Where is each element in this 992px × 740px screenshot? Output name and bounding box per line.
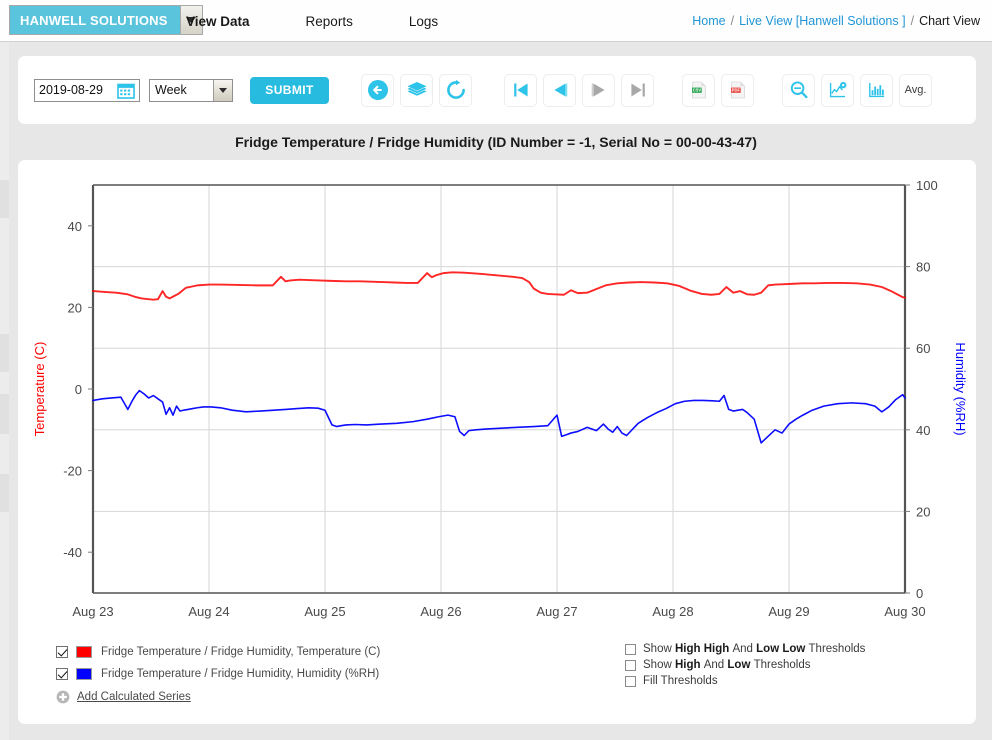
toolbar-group-navigation xyxy=(355,74,472,107)
play-forward-icon xyxy=(588,79,610,101)
threshold-option-high-high-low-low[interactable]: Show High High And Low Low Thresholds xyxy=(625,641,865,657)
svg-text:Aug 28: Aug 28 xyxy=(652,604,693,619)
nav-item-reports[interactable]: Reports xyxy=(306,14,353,29)
threshold-label-high-high-low-low: Show High High And Low Low Thresholds xyxy=(643,643,865,655)
add-calculated-series-row[interactable]: Add Calculated Series xyxy=(56,686,380,708)
refresh-icon xyxy=(445,79,467,101)
nav-links: View Data Reports Logs xyxy=(186,0,494,42)
svg-text:Aug 24: Aug 24 xyxy=(188,604,229,619)
last-page-button[interactable] xyxy=(621,74,654,107)
svg-text:CSV: CSV xyxy=(692,88,701,93)
svg-text:0: 0 xyxy=(75,382,82,397)
nav-item-logs[interactable]: Logs xyxy=(409,14,438,29)
nav-item-view-data[interactable]: View Data xyxy=(186,14,250,29)
svg-text:100: 100 xyxy=(916,178,938,193)
svg-text:PDF: PDF xyxy=(731,88,740,93)
svg-text:Aug 25: Aug 25 xyxy=(304,604,345,619)
csv-file-icon: CSV xyxy=(688,79,710,101)
layers-button[interactable] xyxy=(400,74,433,107)
date-input[interactable] xyxy=(35,81,117,100)
chart-settings-button[interactable] xyxy=(821,74,854,107)
svg-text:Aug 23: Aug 23 xyxy=(72,604,113,619)
svg-text:Aug 27: Aug 27 xyxy=(536,604,577,619)
chevron-down-icon[interactable] xyxy=(213,80,232,101)
threshold-label-high-low: Show High And Low Thresholds xyxy=(643,659,810,671)
next-button[interactable] xyxy=(582,74,615,107)
threshold-checkbox-high-low[interactable] xyxy=(625,660,636,671)
add-calculated-series-link[interactable]: Add Calculated Series xyxy=(77,691,191,703)
export-csv-button[interactable]: CSV xyxy=(682,74,715,107)
threshold-option-fill[interactable]: Fill Thresholds xyxy=(625,673,865,689)
pdf-file-icon: PDF xyxy=(727,79,749,101)
legend-swatch-temperature xyxy=(76,646,92,658)
bar-chart-icon xyxy=(866,79,888,101)
svg-text:Aug 26: Aug 26 xyxy=(420,604,461,619)
threshold-option-high-low[interactable]: Show High And Low Thresholds xyxy=(625,657,865,673)
threshold-checkbox-fill[interactable] xyxy=(625,676,636,687)
back-button[interactable] xyxy=(361,74,394,107)
plus-circle-icon xyxy=(56,690,70,704)
svg-text:Humidity (%RH): Humidity (%RH) xyxy=(953,342,968,435)
svg-text:20: 20 xyxy=(68,300,82,315)
layers-icon xyxy=(406,79,428,101)
svg-text:-20: -20 xyxy=(63,464,82,479)
bar-chart-button[interactable] xyxy=(860,74,893,107)
first-page-button[interactable] xyxy=(504,74,537,107)
avg-text-icon: Avg. xyxy=(905,84,927,96)
toolbar-group-export: CSV PDF xyxy=(676,74,754,107)
breadcrumb-item-chart-view: Chart View xyxy=(919,14,980,28)
toolbar-group-playback xyxy=(498,74,654,107)
chart-panel: 40 20 0 -20 -40 100 80 60 40 20 0 Aug 23 Aug 24 Aug 2… xyxy=(18,160,976,724)
threshold-options: Show High High And Low Low Thresholds Sh… xyxy=(625,641,865,689)
threshold-label-fill: Fill Thresholds xyxy=(643,675,718,687)
breadcrumb: Home / Live View [Hanwell Solutions ] / … xyxy=(692,0,980,42)
chart-legend: Fridge Temperature / Fridge Humidity, Te… xyxy=(56,641,380,708)
chart-plot[interactable]: 40 20 0 -20 -40 100 80 60 40 20 0 Aug 23 Aug 24 Aug 2… xyxy=(18,160,976,630)
svg-text:40: 40 xyxy=(916,423,930,438)
svg-text:Temperature (C): Temperature (C) xyxy=(32,342,47,437)
top-navigation-bar: HANWELL SOLUTIONS View Data Reports Logs… xyxy=(0,0,992,42)
svg-text:20: 20 xyxy=(916,504,930,519)
previous-button[interactable] xyxy=(543,74,576,107)
brand-label: HANWELL SOLUTIONS xyxy=(10,6,180,34)
svg-text:-40: -40 xyxy=(63,545,82,560)
legend-label-humidity: Fridge Temperature / Fridge Humidity, Hu… xyxy=(101,668,379,680)
average-button[interactable]: Avg. xyxy=(899,74,932,107)
toolbar-panel: Week SUBMIT xyxy=(18,56,976,124)
skip-to-start-icon xyxy=(510,79,532,101)
chart-gear-icon xyxy=(827,79,849,101)
arrow-left-circle-icon xyxy=(367,79,389,101)
breadcrumb-item-live-view[interactable]: Live View [Hanwell Solutions ] xyxy=(739,14,906,28)
magnifier-minus-icon xyxy=(788,79,810,101)
legend-checkbox-humidity[interactable] xyxy=(56,668,68,680)
svg-text:Aug 29: Aug 29 xyxy=(768,604,809,619)
calendar-icon[interactable] xyxy=(117,82,135,99)
legend-swatch-humidity xyxy=(76,668,92,680)
svg-text:80: 80 xyxy=(916,260,930,275)
zoom-out-button[interactable] xyxy=(782,74,815,107)
legend-item-temperature[interactable]: Fridge Temperature / Fridge Humidity, Te… xyxy=(56,641,380,663)
submit-button[interactable]: SUBMIT xyxy=(250,77,329,104)
toolbar-group-chart-tools: Avg. xyxy=(776,74,932,107)
svg-text:60: 60 xyxy=(916,341,930,356)
brand-selector[interactable]: HANWELL SOLUTIONS xyxy=(9,5,203,35)
breadcrumb-item-home[interactable]: Home xyxy=(692,14,725,28)
period-select[interactable]: Week xyxy=(149,79,233,102)
svg-text:Aug 30: Aug 30 xyxy=(884,604,925,619)
play-back-icon xyxy=(549,79,571,101)
skip-to-end-icon xyxy=(627,79,649,101)
legend-label-temperature: Fridge Temperature / Fridge Humidity, Te… xyxy=(101,646,380,658)
breadcrumb-separator: / xyxy=(911,14,914,28)
legend-checkbox-temperature[interactable] xyxy=(56,646,68,658)
legend-item-humidity[interactable]: Fridge Temperature / Fridge Humidity, Hu… xyxy=(56,663,380,685)
svg-text:40: 40 xyxy=(68,219,82,234)
threshold-checkbox-high-high-low-low[interactable] xyxy=(625,644,636,655)
refresh-button[interactable] xyxy=(439,74,472,107)
date-picker[interactable] xyxy=(34,79,140,102)
period-select-value: Week xyxy=(155,84,187,97)
svg-text:0: 0 xyxy=(916,586,923,601)
page-title: Fridge Temperature / Fridge Humidity (ID… xyxy=(0,134,992,150)
export-pdf-button[interactable]: PDF xyxy=(721,74,754,107)
breadcrumb-separator: / xyxy=(731,14,734,28)
